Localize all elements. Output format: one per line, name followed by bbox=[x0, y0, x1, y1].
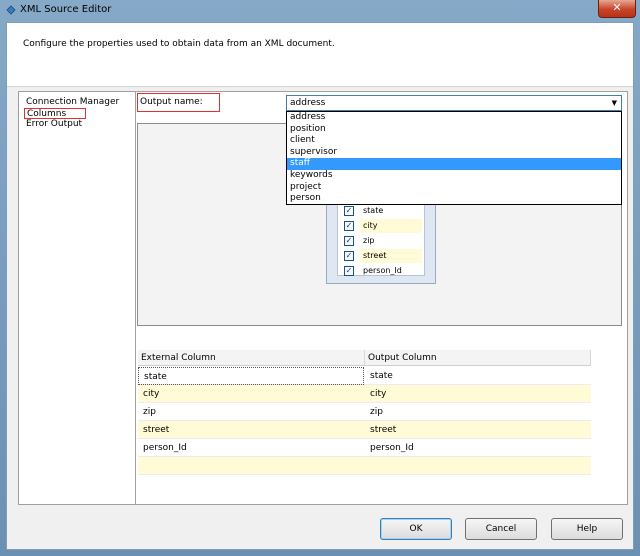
output-column-cell[interactable] bbox=[365, 457, 591, 475]
cancel-button[interactable]: Cancel bbox=[465, 518, 537, 540]
ok-button[interactable]: OK bbox=[380, 518, 452, 540]
check-icon[interactable]: ✓ bbox=[344, 266, 354, 276]
app-icon bbox=[6, 5, 16, 15]
columns-panel: Output name: address ▼ address position … bbox=[136, 91, 628, 505]
output-column-header[interactable]: Output Column bbox=[365, 350, 591, 366]
close-icon: ✕ bbox=[612, 1, 622, 14]
dropdown-option[interactable]: supervisor bbox=[287, 147, 621, 159]
close-button[interactable]: ✕ bbox=[598, 0, 636, 18]
external-column-cell[interactable]: city bbox=[138, 385, 364, 403]
xml-source-editor-window: XML Source Editor ✕ Configure the proper… bbox=[0, 0, 640, 556]
table-row-empty[interactable] bbox=[138, 457, 591, 475]
help-button[interactable]: Help bbox=[551, 518, 623, 540]
chevron-down-icon[interactable]: ▼ bbox=[612, 99, 617, 107]
dropdown-option[interactable]: person bbox=[287, 193, 621, 205]
column-row[interactable]: ✓ street bbox=[338, 249, 424, 263]
external-column-cell[interactable]: state bbox=[138, 367, 364, 385]
nav-list: Connection Manager Columns Error Output bbox=[18, 91, 136, 505]
dialog-header: Configure the properties used to obtain … bbox=[7, 23, 633, 87]
nav-item-columns[interactable]: Columns bbox=[24, 108, 86, 119]
external-column-header[interactable]: External Column bbox=[138, 350, 365, 366]
dropdown-option[interactable]: project bbox=[287, 182, 621, 194]
column-name: street bbox=[360, 249, 422, 263]
dropdown-option-highlighted[interactable]: staff bbox=[287, 158, 621, 170]
external-column-cell[interactable]: person_Id bbox=[138, 439, 364, 457]
title-bar[interactable]: XML Source Editor ✕ bbox=[0, 0, 640, 22]
output-name-value: address bbox=[290, 98, 326, 108]
check-icon[interactable]: ✓ bbox=[344, 236, 354, 246]
output-column-cell[interactable]: person_Id bbox=[365, 439, 591, 457]
table-row[interactable]: zip zip bbox=[138, 403, 591, 421]
output-column-cell[interactable]: street bbox=[365, 421, 591, 439]
column-name: zip bbox=[363, 236, 375, 245]
table-row[interactable]: state state bbox=[138, 367, 591, 385]
column-name: state bbox=[363, 206, 384, 215]
dropdown-option[interactable]: position bbox=[287, 124, 621, 136]
output-name-label: Output name: bbox=[137, 93, 220, 112]
output-name-combo[interactable]: address ▼ bbox=[286, 95, 622, 111]
check-icon[interactable]: ✓ bbox=[344, 206, 354, 216]
dropdown-option[interactable]: address bbox=[287, 112, 621, 124]
table-row[interactable]: person_Id person_Id bbox=[138, 439, 591, 457]
header-description: Configure the properties used to obtain … bbox=[23, 39, 335, 49]
grid-header: External Column Output Column bbox=[138, 350, 591, 366]
external-column-cell[interactable] bbox=[138, 457, 364, 475]
column-row[interactable]: ✓ state bbox=[338, 204, 424, 218]
nav-item-error-output[interactable]: Error Output bbox=[24, 119, 84, 130]
column-row[interactable]: ✓ zip bbox=[338, 234, 424, 248]
column-mapping-grid: External Column Output Column state stat… bbox=[138, 350, 591, 475]
column-row[interactable]: ✓ city bbox=[338, 219, 424, 233]
dialog-client: Configure the properties used to obtain … bbox=[6, 22, 634, 550]
external-column-cell[interactable]: street bbox=[138, 421, 364, 439]
dropdown-option[interactable]: keywords bbox=[287, 170, 621, 182]
output-column-cell[interactable]: zip bbox=[365, 403, 591, 421]
window-title: XML Source Editor bbox=[20, 4, 112, 15]
check-icon[interactable]: ✓ bbox=[344, 251, 354, 261]
dropdown-option[interactable]: client bbox=[287, 135, 621, 147]
check-icon[interactable]: ✓ bbox=[344, 221, 354, 231]
nav-item-connection-manager[interactable]: Connection Manager bbox=[24, 97, 121, 108]
output-dropdown-list: address position client supervisor staff… bbox=[286, 111, 622, 205]
column-name: person_Id bbox=[363, 266, 402, 275]
column-row[interactable]: ✓ person_Id bbox=[338, 264, 424, 278]
external-column-cell[interactable]: zip bbox=[138, 403, 364, 421]
table-row[interactable]: city city bbox=[138, 385, 591, 403]
output-column-cell[interactable]: state bbox=[365, 367, 591, 385]
column-name: city bbox=[360, 219, 422, 233]
table-row[interactable]: street street bbox=[138, 421, 591, 439]
output-column-cell[interactable]: city bbox=[365, 385, 591, 403]
